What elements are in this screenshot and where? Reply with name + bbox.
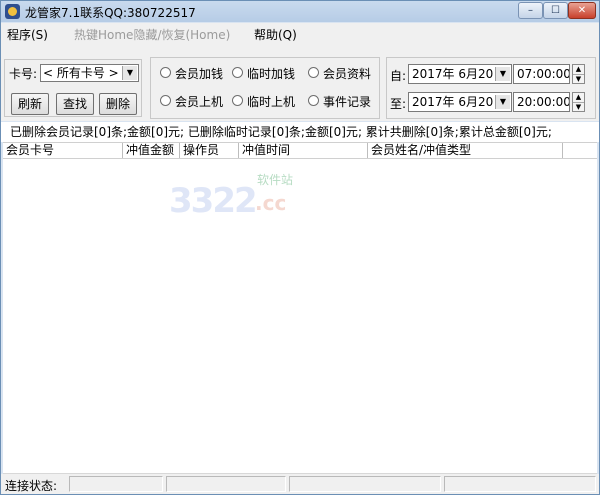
- menu-hotkey[interactable]: 热键Home隐藏/恢复(Home): [74, 26, 230, 43]
- to-time-value: 20:00:00: [517, 95, 570, 109]
- app-window: 龙管家7.1联系QQ:380722517 – ☐ ✕ 程序(S) 热键Home隐…: [0, 0, 600, 495]
- maximize-button[interactable]: ☐: [543, 2, 568, 19]
- radio-label: 会员资料: [323, 67, 372, 81]
- watermark-site: 软件站: [257, 173, 294, 187]
- chevron-down-icon[interactable]: ▼: [495, 95, 510, 109]
- toolbar-area: 卡号: < 所有卡号 > ▼ 刷新 查找 删除 会员加钱 临时加钱 会员资料 会…: [1, 44, 599, 121]
- radio-circle-icon[interactable]: [160, 95, 171, 106]
- column-time[interactable]: 冲值时间: [239, 143, 368, 158]
- delete-button[interactable]: 删除: [99, 93, 137, 115]
- watermark-number: 3322: [169, 181, 258, 221]
- summary-line: 已删除会员记录[0]条;金额[0]元; 已删除临时记录[0]条;金额[0]元; …: [1, 122, 599, 142]
- radio-circle-icon[interactable]: [232, 67, 243, 78]
- close-button[interactable]: ✕: [568, 2, 596, 19]
- spin-up-icon[interactable]: ▲: [573, 65, 584, 75]
- status-panel: [166, 476, 286, 492]
- refresh-button[interactable]: 刷新: [11, 93, 49, 115]
- radio-label: 事件记录: [323, 95, 372, 109]
- status-panel: [289, 476, 441, 492]
- card-select[interactable]: < 所有卡号 > ▼: [40, 64, 139, 82]
- column-operator[interactable]: 操作员: [180, 143, 239, 158]
- from-time-field[interactable]: 07:00:00: [513, 64, 570, 84]
- date-range-group: 自: 2017年 6月20日 ▼ 07:00:00 ▲ ▼ 至: 2017年 6…: [386, 57, 596, 119]
- status-bar: 连接状态:: [1, 474, 599, 494]
- minimize-button[interactable]: –: [518, 2, 543, 19]
- spin-up-icon[interactable]: ▲: [573, 93, 584, 103]
- from-date-value: 2017年 6月20日: [412, 67, 506, 81]
- to-time-field[interactable]: 20:00:00: [513, 92, 570, 112]
- from-label: 自:: [390, 69, 407, 83]
- connection-status-label: 连接状态:: [5, 479, 58, 493]
- to-date-value: 2017年 6月20日: [412, 95, 506, 109]
- menu-program[interactable]: 程序(S): [7, 26, 48, 43]
- menu-help[interactable]: 帮助(Q): [254, 26, 297, 43]
- radio-circle-icon[interactable]: [308, 95, 319, 106]
- table-header: 会员卡号 冲值金额 操作员 冲值时间 会员姓名/冲值类型: [3, 142, 597, 159]
- column-amount[interactable]: 冲值金额: [123, 143, 180, 158]
- app-icon: [5, 4, 20, 19]
- radio-label: 会员加钱: [175, 67, 224, 81]
- status-panel: [69, 476, 163, 492]
- radio-label: 临时上机: [247, 95, 296, 109]
- card-label: 卡号:: [9, 67, 38, 81]
- to-time-spinner[interactable]: ▲ ▼: [572, 92, 585, 112]
- from-time-spinner[interactable]: ▲ ▼: [572, 64, 585, 84]
- chevron-down-icon[interactable]: ▼: [122, 66, 137, 80]
- status-panel: [444, 476, 596, 492]
- spin-down-icon[interactable]: ▼: [573, 103, 584, 112]
- card-select-value: < 所有卡号 >: [43, 66, 119, 80]
- spin-down-icon[interactable]: ▼: [573, 75, 584, 84]
- title-bar: 龙管家7.1联系QQ:380722517 – ☐ ✕: [1, 1, 599, 22]
- search-button[interactable]: 查找: [56, 93, 94, 115]
- column-card-no[interactable]: 会员卡号: [3, 143, 123, 158]
- from-time-value: 07:00:00: [517, 67, 570, 81]
- from-date-picker[interactable]: 2017年 6月20日 ▼: [408, 64, 512, 84]
- to-label: 至:: [390, 97, 407, 111]
- radio-label: 会员上机: [175, 95, 224, 109]
- card-filter-group: 卡号: < 所有卡号 > ▼ 刷新 查找 删除: [4, 59, 142, 117]
- menu-bar: 程序(S) 热键Home隐藏/恢复(Home) 帮助(Q): [1, 23, 599, 44]
- window-title: 龙管家7.1联系QQ:380722517: [25, 6, 196, 20]
- radio-label: 临时加钱: [247, 67, 296, 81]
- radio-circle-icon[interactable]: [308, 67, 319, 78]
- watermark-logo: 3322 .cc 软件站: [163, 169, 363, 229]
- watermark-domain: .cc: [255, 191, 287, 215]
- radio-circle-icon[interactable]: [160, 67, 171, 78]
- column-name-type[interactable]: 会员姓名/冲值类型: [368, 143, 563, 158]
- to-date-picker[interactable]: 2017年 6月20日 ▼: [408, 92, 512, 112]
- record-type-group: 会员加钱 临时加钱 会员资料 会员上机 临时上机 事件记录: [150, 57, 380, 119]
- radio-circle-icon[interactable]: [232, 95, 243, 106]
- records-list[interactable]: 3322 .cc 软件站: [3, 159, 597, 474]
- chevron-down-icon[interactable]: ▼: [495, 67, 510, 81]
